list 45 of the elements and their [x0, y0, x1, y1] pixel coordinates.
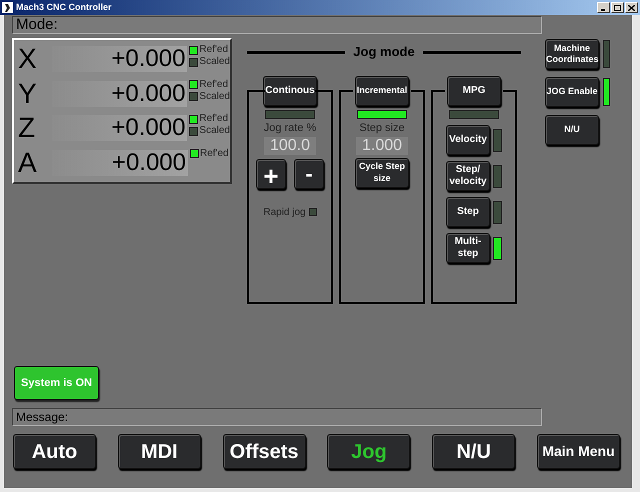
field-label: Rapid jog	[263, 206, 306, 220]
nav-tab[interactable]: Auto	[13, 434, 96, 469]
field-label: Jog rate %	[264, 121, 316, 136]
panel-button[interactable]: Incremental	[355, 76, 409, 106]
axis-letter: Y	[17, 80, 38, 108]
panel-button[interactable]: N/U	[545, 115, 599, 145]
nav-tab[interactable]: MDI	[118, 434, 201, 469]
nav-tab[interactable]: Jog	[327, 434, 410, 469]
axis-letter: X	[17, 45, 38, 74]
panel-button[interactable]: +	[256, 158, 286, 188]
nav-tab[interactable]: N/U	[432, 434, 516, 469]
panel-button[interactable]: Cycle Step size	[355, 158, 409, 188]
panel-button[interactable]: Velocity	[446, 125, 490, 155]
panel-button[interactable]: Step	[446, 197, 490, 227]
step-size-readout: 1.000	[356, 136, 408, 154]
panel-button[interactable]: MPG	[447, 76, 501, 106]
message-field: Message:	[12, 408, 542, 426]
panel-button[interactable]: Continous	[263, 76, 317, 106]
window-title: Mach3 CNC Controller	[16, 0, 112, 14]
indicator-label: Scaled	[199, 57, 230, 68]
jog-rate-readout: 100.0	[264, 136, 316, 154]
nav-tab[interactable]: Main Menu	[536, 434, 620, 469]
app-icon	[2, 2, 13, 13]
axis-letter: A	[17, 148, 38, 177]
indicator-label: Ref'ed	[199, 80, 228, 90]
indicator-label: Ref'ed	[200, 148, 229, 159]
nav-tab[interactable]: Offsets	[222, 434, 306, 469]
mode-field: Mode:	[12, 16, 542, 34]
maximize-button[interactable]	[611, 2, 624, 13]
section-title: Jog mode	[352, 43, 416, 62]
panel-button[interactable]: Multi- step	[446, 233, 490, 263]
indicator-label: Ref'ed	[199, 45, 228, 56]
close-icon	[628, 4, 635, 10]
panel-button[interactable]: JOG Enable	[545, 77, 599, 107]
maximize-icon	[614, 4, 621, 10]
indicator-label: Scaled	[199, 92, 230, 102]
close-button[interactable]	[625, 2, 638, 13]
field-label: Step size	[359, 121, 405, 136]
indicator-label: Ref'ed	[199, 114, 228, 124]
axis-letter: Z	[17, 114, 36, 142]
indicator-label: Scaled	[199, 126, 230, 136]
panel-button[interactable]: Step/ velocity	[446, 161, 490, 191]
panel-button[interactable]: -	[294, 158, 324, 188]
minimize-button[interactable]	[597, 2, 610, 13]
panel-button[interactable]: Machine Coordinates	[545, 39, 599, 69]
